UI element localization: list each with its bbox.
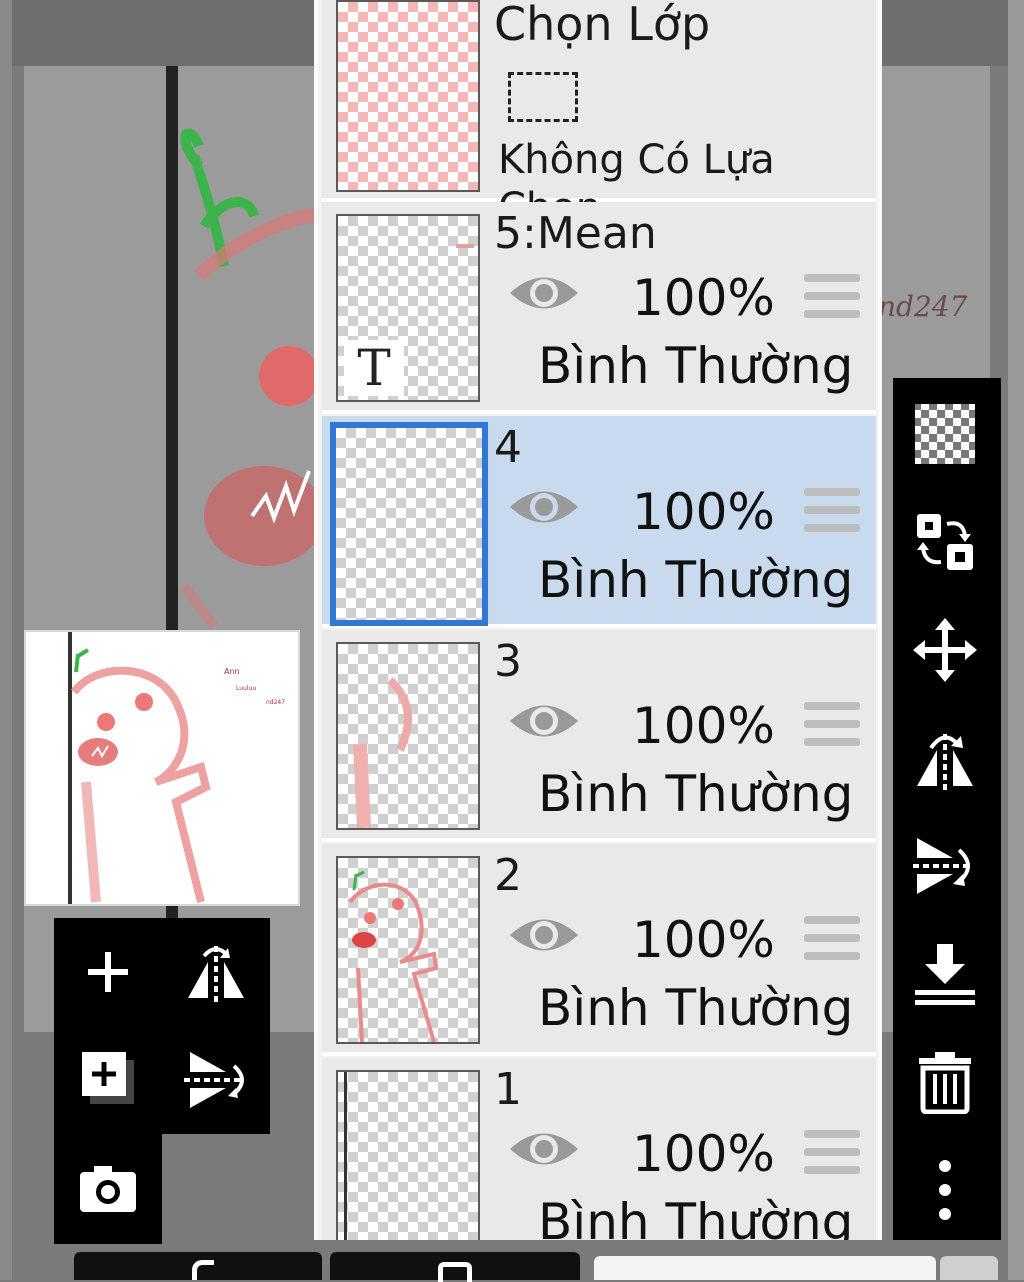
layer-name: 2 [494,850,522,901]
layer-opacity[interactable]: 100% [632,484,775,540]
selection-layer-row[interactable]: Chọn Lớp Không Có Lựa Chọn [322,0,876,231]
drag-handle-icon[interactable] [804,916,860,962]
transparency-icon [915,404,975,464]
layer-thumbnail [336,856,480,1044]
layer-blend-mode[interactable]: Bình Thường [538,978,853,1038]
flip-vertical-button[interactable] [180,1044,252,1116]
drag-handle-icon[interactable] [804,702,860,748]
bottom-tool-icon [192,1260,214,1280]
text-layer-icon: T [344,340,404,396]
layer-blend-mode[interactable]: Bình Thường [538,336,853,396]
visibility-eye-icon[interactable] [508,270,580,316]
more-options-button[interactable] [909,1154,981,1226]
visibility-eye-icon[interactable] [508,484,580,530]
delete-icon [919,1052,971,1114]
selection-thumbnail [336,0,480,192]
visibility-eye-icon[interactable] [508,912,580,958]
canvas-side-text: nd247 [878,290,968,323]
add-layer-icon [88,952,128,992]
svg-text:Ann: Ann [224,667,240,676]
layer-row-4[interactable]: 4 100% Bình Thường [322,416,876,628]
left-toolbar [54,918,270,1134]
transparency-button[interactable] [909,398,981,470]
layer-opacity[interactable]: 100% [632,698,775,754]
add-layer-button[interactable] [74,938,142,1006]
drag-handle-icon[interactable] [804,488,860,534]
layer-opacity[interactable]: 100% [632,912,775,968]
drag-handle-icon[interactable] [804,274,860,320]
merge-down-icon [915,944,975,1005]
layer-row-5[interactable]: T 5:Mean 100% Bình Thường [322,202,876,414]
more-icon [939,1160,951,1220]
bottom-tool-button[interactable] [330,1252,580,1282]
swap-layers-icon [917,514,973,570]
bottom-panel-side[interactable] [940,1256,998,1280]
camera-icon [80,1166,136,1212]
layer-thumbnail [336,642,480,830]
svg-text:nd247: nd247 [266,699,285,706]
layer-tools-toolbar [893,378,1001,1240]
layer-opacity[interactable]: 100% [632,1126,775,1182]
canvas-preview[interactable]: Ann Luuluu nd247 [24,630,300,906]
merge-down-button[interactable] [909,938,981,1010]
selection-layer-title: Chọn Lớp [494,0,711,51]
move-icon [913,618,977,682]
flip-horizontal-button[interactable] [909,722,981,794]
flip-vertical-button[interactable] [909,830,981,902]
window-frame-left [0,0,12,1280]
drag-handle-icon[interactable] [804,1130,860,1176]
layer-blend-mode[interactable]: Bình Thường [538,764,853,824]
layer-name: 1 [494,1064,522,1115]
layer-blend-mode[interactable]: Bình Thường [538,1192,853,1240]
layer-name: 4 [494,422,522,473]
move-button[interactable] [909,614,981,686]
svg-text:Luuluu: Luuluu [236,685,256,692]
bottom-panel[interactable] [594,1256,936,1280]
layer-thumbnail: T [336,214,480,402]
window-frame-right [1008,0,1024,1280]
flip-horizontal-icon [188,946,244,1002]
visibility-eye-icon[interactable] [508,698,580,744]
add-layer-copy-button[interactable] [78,1048,142,1112]
visibility-eye-icon[interactable] [508,1126,580,1172]
layer-row-2[interactable]: 2 100% Bình Thường [322,844,876,1056]
layer-row-1[interactable]: 1 100% Bình Thường [322,1058,876,1240]
bottom-tool-icon [438,1262,472,1282]
swap-layers-button[interactable] [909,506,981,578]
layer-row-3[interactable]: 3 100% Bình Thường [322,630,876,842]
selection-marquee-icon [508,72,578,122]
layer-panel: Chọn Lớp Không Có Lựa Chọn T 5:Mean 100%… [314,0,882,1240]
camera-button[interactable] [76,1160,140,1220]
layer-thumbnail [330,422,488,626]
flip-horizontal-icon [917,734,973,790]
bottom-tool-button[interactable] [74,1252,322,1280]
left-toolbar-bottom [54,1134,162,1244]
layer-name: 3 [494,636,522,687]
flip-horizontal-button[interactable] [180,938,252,1010]
layer-opacity[interactable]: 100% [632,270,775,326]
add-layer-copy-icon [82,1052,134,1104]
layer-thumbnail [336,1070,480,1240]
delete-layer-button[interactable] [909,1046,981,1118]
layer-name: 5:Mean [494,208,657,259]
flip-vertical-icon [184,1052,244,1108]
layer-blend-mode[interactable]: Bình Thường [538,550,853,610]
flip-vertical-icon [913,838,970,894]
